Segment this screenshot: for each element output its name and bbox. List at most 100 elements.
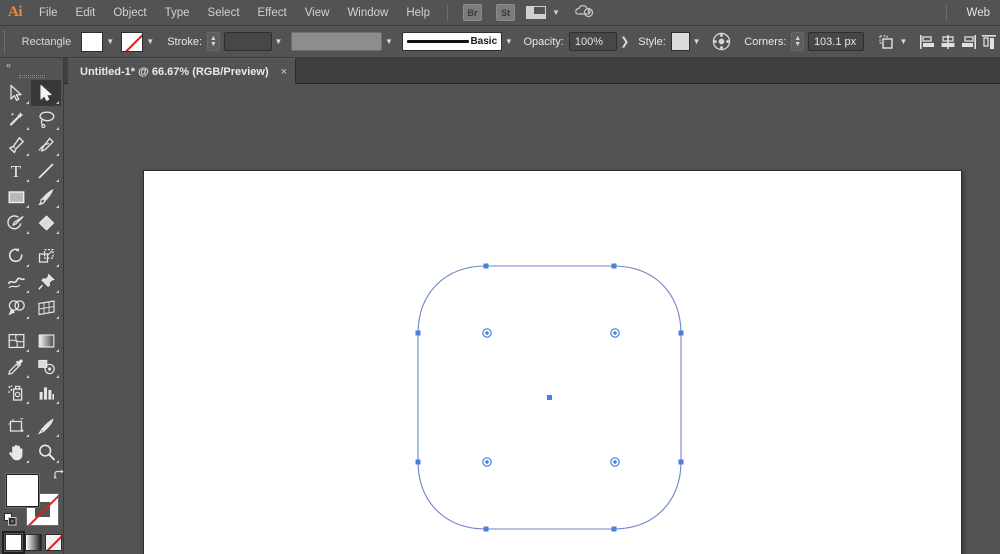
fill-color-control[interactable]: ▼ xyxy=(81,31,117,52)
tool-curvature[interactable] xyxy=(31,132,61,158)
document-tab-title: Untitled-1* @ 66.67% (RGB/Preview) xyxy=(80,65,269,78)
align-right-button[interactable] xyxy=(958,31,979,53)
tool-rotate[interactable] xyxy=(1,243,31,269)
shaper-tool-icon xyxy=(6,215,24,230)
brush-definition-chevron-down-icon[interactable]: ▼ xyxy=(502,32,515,52)
stroke-color-control[interactable]: ▼ xyxy=(121,31,157,52)
tool-hand[interactable] xyxy=(1,439,31,465)
tool-shaper[interactable] xyxy=(1,210,31,236)
menubar-right-group: Web xyxy=(938,0,1000,26)
toolbar-separator-3 xyxy=(1,406,61,413)
align-left-icon xyxy=(919,34,934,49)
document-tab-bar: Untitled-1* @ 66.67% (RGB/Preview) × xyxy=(0,58,1000,84)
stroke-weight-stepper[interactable]: ▲ ▼ xyxy=(207,32,220,51)
bridge-button[interactable]: Br xyxy=(463,4,482,21)
tool-selection[interactable] xyxy=(31,80,61,106)
toolbar-drag-handle[interactable] xyxy=(0,72,63,80)
symbol-sprayer-tool-icon xyxy=(7,385,22,401)
tool-paintbrush[interactable] xyxy=(31,184,61,210)
stepper-down-icon: ▼ xyxy=(209,40,217,48)
align-right-icon xyxy=(961,34,976,49)
recolor-artwork-button[interactable] xyxy=(711,31,732,53)
tool-mesh[interactable] xyxy=(1,328,31,354)
style-chevron-down-icon[interactable]: ▼ xyxy=(690,32,703,52)
align-top-button[interactable] xyxy=(979,31,1000,53)
tool-perspective-grid[interactable] xyxy=(31,295,61,321)
graphic-style-swatch[interactable] xyxy=(670,32,690,51)
tool-type[interactable]: T xyxy=(1,158,31,184)
brush-definition-field[interactable]: Basic xyxy=(401,32,503,51)
chevron-down-icon: ▼ xyxy=(552,8,560,17)
tool-lasso[interactable] xyxy=(31,106,61,132)
transform-panel-button[interactable] xyxy=(876,31,897,53)
tool-rectangle[interactable] xyxy=(1,184,31,210)
variable-width-profile-field[interactable] xyxy=(291,32,383,51)
tool-line-segment[interactable] xyxy=(31,158,61,184)
tool-shape-builder[interactable] xyxy=(1,295,31,321)
illustrator-window: Ai File Edit Object Type Select Effect V… xyxy=(0,0,1000,554)
stock-button[interactable]: St xyxy=(496,4,515,21)
menu-select[interactable]: Select xyxy=(199,0,249,26)
stroke-swatch[interactable] xyxy=(121,31,144,52)
color-mode-flat-color[interactable] xyxy=(2,531,25,554)
brush-stroke-preview-icon xyxy=(406,40,469,43)
shape-center-point xyxy=(547,395,552,400)
eraser-tool-icon xyxy=(38,215,54,231)
tool-pen[interactable] xyxy=(1,132,31,158)
creative-cloud-sync-icon[interactable] xyxy=(574,3,594,22)
corners-stepper[interactable]: ▲ ▼ xyxy=(791,32,804,51)
menu-view[interactable]: View xyxy=(296,0,339,26)
tool-gradient[interactable] xyxy=(31,328,61,354)
toolbar-fill-swatch[interactable] xyxy=(6,474,39,507)
fill-swatch[interactable] xyxy=(81,31,104,52)
toolbar-separator-1 xyxy=(1,236,61,243)
menubar-divider-right xyxy=(945,4,947,21)
menu-window[interactable]: Window xyxy=(338,0,397,26)
stroke-weight-field[interactable] xyxy=(223,32,272,51)
tool-free-transform[interactable] xyxy=(31,269,61,295)
tool-column-graph[interactable] xyxy=(31,380,61,406)
transform-chevron-down-icon[interactable]: ▼ xyxy=(897,32,910,52)
workspace-switcher[interactable]: ▼ xyxy=(526,6,560,19)
tool-artboard[interactable] xyxy=(1,413,31,439)
stroke-weight-chevron-down-icon[interactable]: ▼ xyxy=(272,32,285,52)
tool-width[interactable] xyxy=(1,269,31,295)
default-fill-stroke-button[interactable] xyxy=(4,513,17,529)
control-bar-grip[interactable] xyxy=(4,30,12,53)
align-center-horizontal-icon xyxy=(941,34,955,49)
menu-bar: Ai File Edit Object Type Select Effect V… xyxy=(0,0,1000,26)
recolor-artwork-icon xyxy=(713,32,731,51)
slice-tool-icon xyxy=(37,418,54,435)
tool-eraser[interactable] xyxy=(31,210,61,236)
align-left-button[interactable] xyxy=(916,31,937,53)
tool-symbol-sprayer[interactable] xyxy=(1,380,31,406)
canvas-area[interactable] xyxy=(64,84,1000,554)
corner-radius-field[interactable]: 103.1 px xyxy=(807,32,864,51)
stroke-chevron-down-icon[interactable]: ▼ xyxy=(143,32,157,52)
tool-scale[interactable] xyxy=(31,243,61,269)
tool-blend[interactable] xyxy=(31,354,61,380)
color-mode-gradient[interactable] xyxy=(25,534,42,551)
variable-width-chevron-down-icon[interactable]: ▼ xyxy=(382,32,395,52)
fill-chevron-down-icon[interactable]: ▼ xyxy=(103,32,117,52)
menu-effect[interactable]: Effect xyxy=(249,0,296,26)
document-tab-untitled-1[interactable]: Untitled-1* @ 66.67% (RGB/Preview) × xyxy=(68,58,297,84)
menu-edit[interactable]: Edit xyxy=(67,0,105,26)
workspace-name-web[interactable]: Web xyxy=(955,7,1000,19)
opacity-options-arrow-icon[interactable]: ❯ xyxy=(617,35,632,48)
tool-slice[interactable] xyxy=(31,413,61,439)
tool-eyedropper[interactable] xyxy=(1,354,31,380)
tool-direct-selection[interactable] xyxy=(1,80,31,106)
opacity-field[interactable]: 100% xyxy=(568,32,618,51)
toolbar-collapse-button[interactable]: « xyxy=(0,58,63,72)
rectangle-tool-icon xyxy=(8,191,24,204)
menu-object[interactable]: Object xyxy=(104,0,155,26)
tool-zoom[interactable] xyxy=(31,439,61,465)
menu-type[interactable]: Type xyxy=(156,0,199,26)
color-mode-none[interactable] xyxy=(45,534,62,551)
align-center-horizontal-button[interactable] xyxy=(937,31,958,53)
menu-help[interactable]: Help xyxy=(397,0,439,26)
close-icon[interactable]: × xyxy=(281,66,287,78)
tool-magic-wand[interactable] xyxy=(1,106,31,132)
menu-file[interactable]: File xyxy=(30,0,67,26)
